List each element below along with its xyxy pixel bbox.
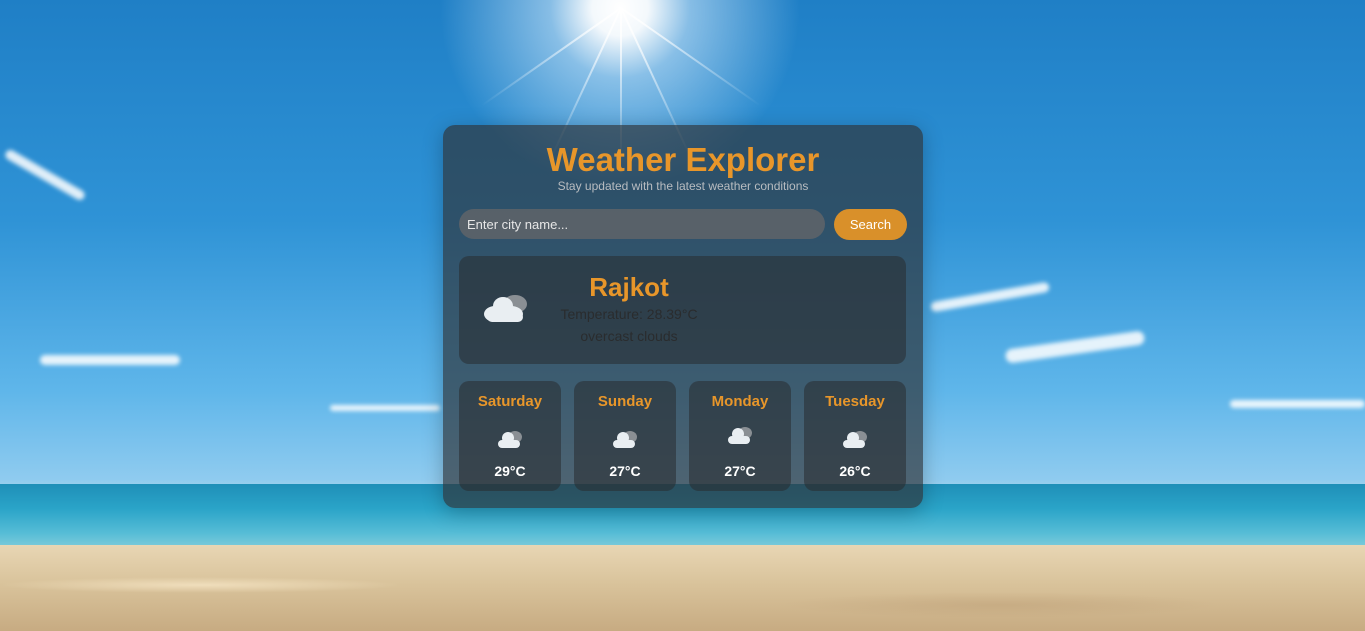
cloud-icon xyxy=(843,431,867,448)
forecast-card: Tuesday 26°C xyxy=(804,381,906,491)
forecast-temp: 26°C xyxy=(839,463,871,479)
forecast-temp: 27°C xyxy=(609,463,641,479)
forecast-day: Saturday xyxy=(477,393,543,410)
forecast-card: Monday 27°C xyxy=(689,381,791,491)
forecast-day: Sunday xyxy=(597,393,653,410)
city-name: Rajkot xyxy=(589,272,669,302)
sky-cloud xyxy=(40,355,180,365)
current-temperature: Temperature: 28.39°C xyxy=(560,306,698,322)
forecast-day: Tuesday xyxy=(825,393,885,410)
current-weather-panel: Rajkot Temperature: 28.39°C overcast clo… xyxy=(459,256,906,364)
weather-card: Weather Explorer Stay updated with the l… xyxy=(443,125,923,508)
search-button[interactable]: Search xyxy=(834,209,907,240)
cloud-icon xyxy=(498,431,522,448)
cloud-icon xyxy=(728,427,752,444)
app-title: Weather Explorer xyxy=(546,141,820,178)
app-subtitle: Stay updated with the latest weather con… xyxy=(557,179,809,193)
cloud-icon xyxy=(613,431,637,448)
city-search-input[interactable] xyxy=(459,209,825,239)
weather-description: overcast clouds xyxy=(580,328,678,344)
sky-cloud xyxy=(1230,400,1365,408)
sand-background xyxy=(0,545,1365,631)
sky-cloud xyxy=(330,405,440,411)
cloud-icon xyxy=(484,295,527,322)
forecast-card: Sunday 27°C xyxy=(574,381,676,491)
forecast-temp: 29°C xyxy=(494,463,526,479)
forecast-card: Saturday 29°C xyxy=(459,381,561,491)
forecast-day: Monday xyxy=(711,393,769,410)
forecast-temp: 27°C xyxy=(724,463,756,479)
